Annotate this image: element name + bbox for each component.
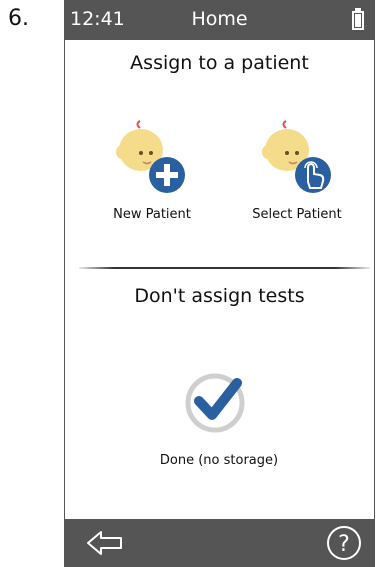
- bottom-bar: ?: [65, 519, 374, 567]
- select-patient-button[interactable]: Select Patient: [247, 120, 347, 230]
- back-button[interactable]: [85, 528, 125, 558]
- done-no-storage-label: Done (no storage): [159, 453, 279, 468]
- status-bar: 12:41 Home: [65, 0, 374, 40]
- assign-section-title: Assign to a patient: [130, 52, 309, 74]
- done-no-storage-button[interactable]: Done (no storage): [159, 367, 279, 468]
- step-number: 6.: [8, 6, 29, 31]
- help-icon: ?: [327, 526, 361, 560]
- help-button[interactable]: ?: [326, 525, 362, 561]
- select-patient-label: Select Patient: [252, 207, 342, 222]
- back-arrow-icon: [87, 531, 122, 555]
- new-patient-label: New Patient: [113, 207, 191, 222]
- baby-add-icon: [116, 120, 185, 193]
- checkmark-icon: [185, 373, 245, 433]
- screen-title: Home: [191, 8, 248, 30]
- section-divider: [79, 267, 370, 269]
- svg-text:?: ?: [338, 532, 350, 557]
- device-screen: 12:41 Home Assign to a patient New Patie…: [64, 0, 375, 567]
- baby-select-icon: [262, 120, 331, 193]
- dont-assign-title: Don't assign tests: [134, 285, 305, 307]
- new-patient-button[interactable]: New Patient: [107, 120, 197, 230]
- battery-icon: [352, 8, 364, 30]
